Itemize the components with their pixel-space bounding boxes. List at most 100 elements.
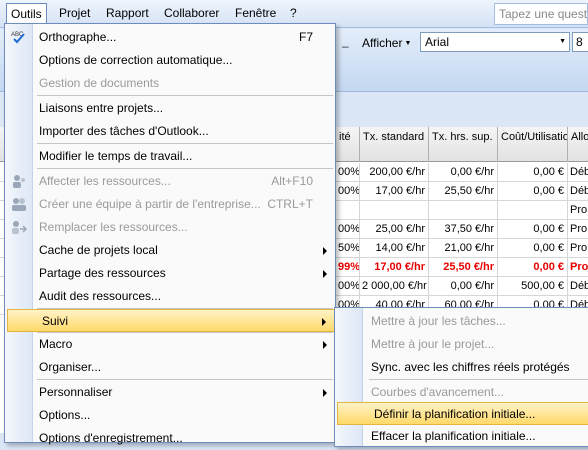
menu-item-label: Gestion de documents — [39, 76, 160, 90]
menu-item-save-options[interactable]: Options d'enregistrement... — [5, 427, 335, 450]
spelling-icon: ABC — [11, 29, 27, 45]
table-cell-pct[interactable]: 00% — [336, 182, 360, 201]
table-cell-pct[interactable]: 99% — [336, 258, 360, 277]
table-cell-cost[interactable]: 0,00 € — [498, 182, 568, 201]
table-cell-cost[interactable]: 0,00 € — [498, 239, 568, 258]
menu-item-spelling[interactable]: ABC Orthographe... F7 — [5, 26, 335, 49]
menu-fenetre[interactable]: Fenêtre — [235, 6, 276, 20]
submenu-item-sync-protected-actuals[interactable]: Sync. avec les chiffres réels protégés — [335, 356, 588, 379]
menu-collaborer[interactable]: Collaborer — [164, 6, 219, 20]
menu-item-document-management: Gestion de documents — [5, 72, 335, 95]
col-header-std-rate[interactable]: Tx. standard — [360, 127, 429, 162]
menu-item-label: Créer une équipe à partir de l'entrepris… — [39, 197, 261, 211]
dropdown-arrow-icon[interactable]: ▼ — [559, 38, 566, 45]
table-cell-std[interactable]: 17,00 €/hr — [360, 258, 429, 277]
table-cell-ot[interactable]: 37,50 €/hr — [429, 220, 498, 239]
menu-item-build-team: Créer une équipe à partir de l'entrepris… — [5, 193, 335, 216]
menu-item-links-between-projects[interactable]: Liaisons entre projets... — [5, 97, 335, 120]
table-cell-ot[interactable]: 0,00 €/hr — [429, 163, 498, 182]
menu-item-macro[interactable]: Macro — [5, 333, 335, 356]
table-cell-std[interactable]: 14,00 €/hr — [360, 239, 429, 258]
menu-projet[interactable]: Projet — [59, 6, 90, 20]
table-cell-pct[interactable]: 00% — [336, 163, 360, 182]
menu-rapport[interactable]: Rapport — [106, 6, 149, 20]
submenu-arrow-icon — [323, 270, 327, 278]
menu-item-resource-audit[interactable]: Audit des ressources... — [5, 285, 335, 308]
table-cell-std[interactable]: 200,00 €/hr — [360, 163, 429, 182]
tracking-submenu: Mettre à jour les tâches... Mettre à jou… — [334, 307, 588, 447]
menu-item-assign-resources: Affecter les ressources... Alt+F10 — [5, 170, 335, 193]
menu-item-shortcut: CTRL+T — [267, 197, 313, 211]
toolbar-separator: – — [342, 39, 349, 53]
show-button[interactable]: Afficher ▼ — [360, 33, 413, 53]
table-cell-acc[interactable]: Pro — [568, 220, 588, 239]
table-cell-std[interactable]: 2 000,00 €/hr — [360, 277, 429, 296]
font-select-value: Arial — [425, 35, 450, 49]
submenu-arrow-icon — [323, 341, 327, 349]
help-search-input[interactable]: Tapez une questi — [494, 3, 588, 25]
table-cell-std[interactable]: 25,00 €/hr — [360, 220, 429, 239]
table-cell-cost[interactable]: 0,00 € — [498, 220, 568, 239]
col-header-cost-per-use[interactable]: Coût/Utilisation — [498, 127, 568, 162]
menu-item-resource-sharing[interactable]: Partage des ressources — [5, 262, 335, 285]
col-header-accrue[interactable]: Allo — [568, 127, 588, 162]
table-cell-acc[interactable]: Pro — [568, 258, 588, 277]
table-cell-cost[interactable]: 0,00 € — [498, 258, 568, 277]
menu-item-label: Importer des tâches d'Outlook... — [39, 124, 209, 138]
table-cell-acc[interactable]: Pro — [568, 201, 588, 220]
menu-item-label: Options... — [39, 408, 91, 422]
submenu-item-set-baseline[interactable]: Définir la planification initiale... — [337, 402, 588, 425]
table-cell-ot[interactable]: 25,50 €/hr — [429, 182, 498, 201]
font-select[interactable]: Arial ▼ — [420, 32, 570, 52]
table-cell-cost[interactable]: 0,00 € — [498, 163, 568, 182]
table-cell-pct[interactable]: 50% — [336, 239, 360, 258]
table-cell-acc[interactable]: Déb — [568, 277, 588, 296]
menu-item-label: Modifier le temps de travail... — [39, 149, 193, 163]
table-cell-pct[interactable]: 00% — [336, 277, 360, 296]
menu-item-local-project-cache[interactable]: Cache de projets local — [5, 239, 335, 262]
menu-separator — [369, 379, 588, 380]
col-header-pct[interactable]: ité — [336, 127, 360, 162]
table-cell-cost[interactable] — [498, 201, 568, 220]
menu-item-label: Remplacer les ressources... — [39, 220, 188, 234]
build-team-icon — [11, 196, 27, 212]
menu-item-label: Partage des ressources — [39, 266, 166, 280]
menu-separator — [37, 143, 333, 144]
menu-item-label: Affecter les ressources... — [39, 174, 171, 188]
menu-item-autocorrect[interactable]: Options de correction automatique... — [5, 49, 335, 72]
table-cell-pct[interactable] — [336, 201, 360, 220]
table-cell-acc[interactable]: Déb — [568, 163, 588, 182]
menu-item-shortcut: F7 — [298, 30, 313, 44]
menu-item-label: Courbes d'avancement... — [371, 385, 505, 399]
menu-item-import-outlook[interactable]: Importer des tâches d'Outlook... — [5, 120, 335, 143]
font-size-select[interactable]: 8 — [572, 32, 588, 52]
table-cell-ot[interactable]: 21,00 €/hr — [429, 239, 498, 258]
menu-item-tracking[interactable]: Suivi — [7, 309, 335, 332]
table-cell-std[interactable]: 17,00 €/hr — [360, 182, 429, 201]
menu-item-label: Liaisons entre projets... — [39, 101, 164, 115]
table-cell-cost[interactable]: 500,00 € — [498, 277, 568, 296]
menu-item-label: Mettre à jour les tâches... — [371, 314, 506, 328]
menu-item-options[interactable]: Options... — [5, 404, 335, 427]
table-cell-std[interactable] — [360, 201, 429, 220]
menu-item-organizer[interactable]: Organiser... — [5, 356, 335, 379]
menu-item-change-working-time[interactable]: Modifier le temps de travail... — [5, 145, 335, 168]
col-header-ot-rate[interactable]: Tx. hrs. sup. — [429, 127, 498, 162]
menu-item-shortcut: Alt+F10 — [271, 174, 313, 188]
table-cell-ot[interactable]: 25,50 €/hr — [429, 258, 498, 277]
menu-separator — [37, 379, 333, 380]
table-cell-acc[interactable]: Pro — [568, 239, 588, 258]
menu-item-customize[interactable]: Personnaliser — [5, 381, 335, 404]
table-cell-ot[interactable]: 0,00 €/hr — [429, 277, 498, 296]
menu-item-label: Mettre à jour le projet... — [371, 337, 495, 351]
submenu-item-progress-lines: Courbes d'avancement... — [335, 381, 588, 404]
menu-item-label: Options de correction automatique... — [39, 53, 233, 67]
table-cell-acc[interactable]: Déb — [568, 182, 588, 201]
menu-item-replace-resources: Remplacer les ressources... — [5, 216, 335, 239]
submenu-item-clear-baseline[interactable]: Effacer la planification initiale... — [335, 425, 588, 448]
table-cell-ot[interactable] — [429, 201, 498, 220]
menu-item-label: Orthographe... — [39, 30, 117, 44]
table-cell-pct[interactable]: 00% — [336, 220, 360, 239]
menu-help[interactable]: ? — [290, 6, 297, 20]
menu-item-label: Options d'enregistrement... — [39, 431, 183, 445]
